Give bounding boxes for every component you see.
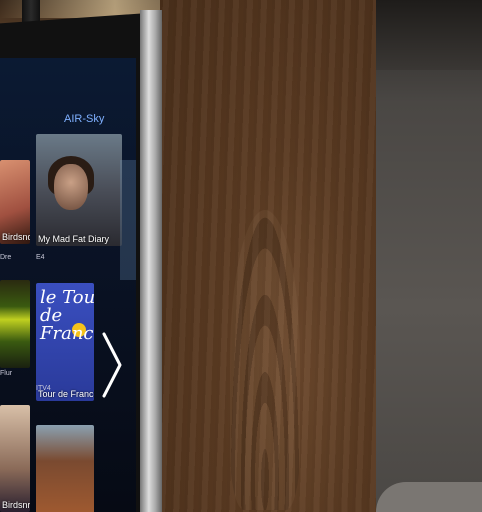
tile-left-2[interactable]	[0, 280, 30, 368]
tile-title: My Mad Fat Diary	[38, 234, 110, 244]
tile-left-2-subtitle: Flur	[0, 370, 13, 377]
tour-de-france-logo: le Tour de France	[40, 287, 94, 344]
tv-screen: AIR-Sky Birdsnders Dre My Mad Fat Diary …	[0, 58, 136, 512]
tile-left-1-subtitle: Dre	[0, 254, 12, 261]
wood-grain	[230, 210, 300, 510]
room-scene: AIR-Sky Birdsnders Dre My Mad Fat Diary …	[0, 0, 482, 512]
grey-wall-top	[376, 0, 482, 70]
tile-subtitle: E4	[36, 254, 45, 261]
tv-edge	[140, 10, 162, 512]
chevron-right-icon[interactable]	[98, 330, 126, 400]
tile-left-1-title: Birdsnders	[2, 232, 30, 242]
channel-label: AIR-Sky	[64, 113, 105, 125]
thumbnail-face	[54, 164, 88, 210]
tile-left-1[interactable]: Birdsnders	[0, 160, 30, 244]
floor-corner	[376, 482, 482, 512]
tile-bottom[interactable]	[36, 425, 94, 512]
tile-left-3[interactable]: Birdsnr	[0, 405, 30, 512]
tile-left-3-title: Birdsnr	[2, 500, 30, 510]
ghost-panel	[120, 160, 136, 280]
tile-subtitle: ITV4	[36, 385, 51, 392]
grey-wall	[376, 0, 482, 512]
tile-tour-de-france[interactable]: le Tour de France Tour de France	[36, 283, 94, 401]
tile-my-mad-fat-diary[interactable]: My Mad Fat Diary	[36, 134, 122, 246]
